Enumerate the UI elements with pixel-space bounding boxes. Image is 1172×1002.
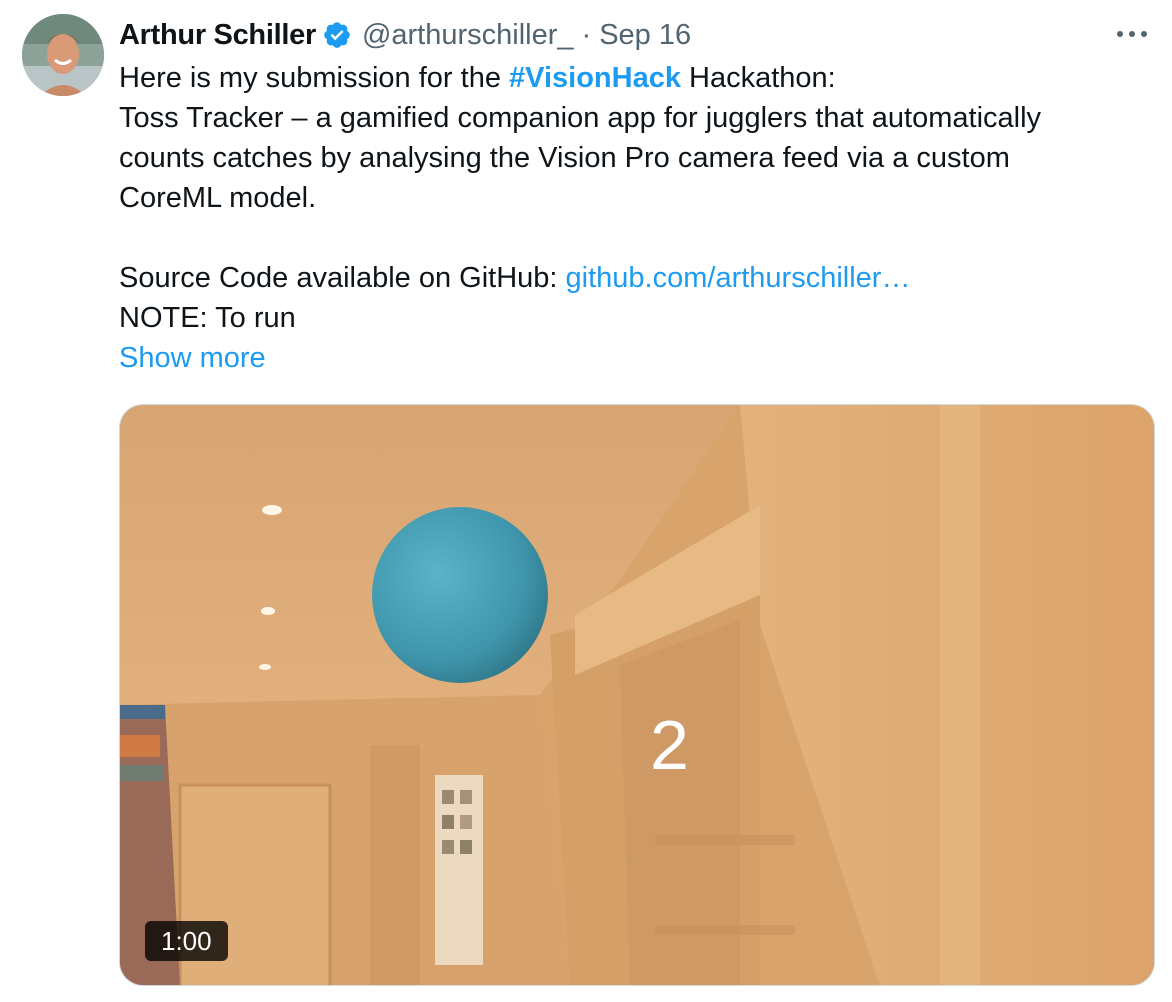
text-line: CoreML model. — [119, 182, 317, 214]
text-segment: Source Code available on GitHub: — [119, 262, 566, 294]
hashtag-link[interactable]: #VisionHack — [509, 62, 681, 94]
text-segment: Here is my submission for the — [119, 62, 510, 94]
show-more-row: Show more — [119, 338, 1159, 378]
video-player[interactable]: 2 1:00 — [119, 404, 1155, 986]
tweet-header: Arthur Schiller @arthurschiller_ · Sep 1… — [119, 16, 691, 54]
video-frame — [120, 405, 1154, 985]
verified-badge-icon[interactable] — [322, 20, 352, 50]
separator-dot: · — [581, 18, 592, 51]
paragraph-break — [119, 218, 1159, 258]
author-name[interactable]: Arthur Schiller — [119, 19, 316, 52]
show-more-link[interactable]: Show more — [119, 342, 266, 374]
author-avatar[interactable] — [22, 14, 104, 96]
text-line: Source Code available on GitHub: github.… — [119, 258, 1159, 298]
github-link[interactable]: github.com/arthurschiller… — [566, 262, 911, 294]
catch-counter: 2 — [650, 706, 689, 784]
author-handle[interactable]: @arthurschiller_ — [362, 19, 574, 52]
tweet[interactable]: Arthur Schiller @arthurschiller_ · Sep 1… — [0, 0, 1172, 1002]
tweet-date[interactable]: Sep 16 — [599, 19, 691, 52]
text-line: NOTE: To run — [119, 302, 296, 334]
text-line: counts catches by analysing the Vision P… — [119, 142, 1010, 174]
tweet-text: Here is my submission for the #VisionHac… — [119, 58, 1159, 378]
text-line: Toss Tracker – a gamified companion app … — [119, 102, 1042, 134]
text-segment: Hackathon: — [680, 62, 836, 94]
text-line: Here is my submission for the #VisionHac… — [119, 58, 1159, 98]
avatar-photo — [22, 14, 104, 96]
video-duration-badge: 1:00 — [145, 921, 228, 961]
more-options-icon[interactable] — [1112, 18, 1152, 50]
